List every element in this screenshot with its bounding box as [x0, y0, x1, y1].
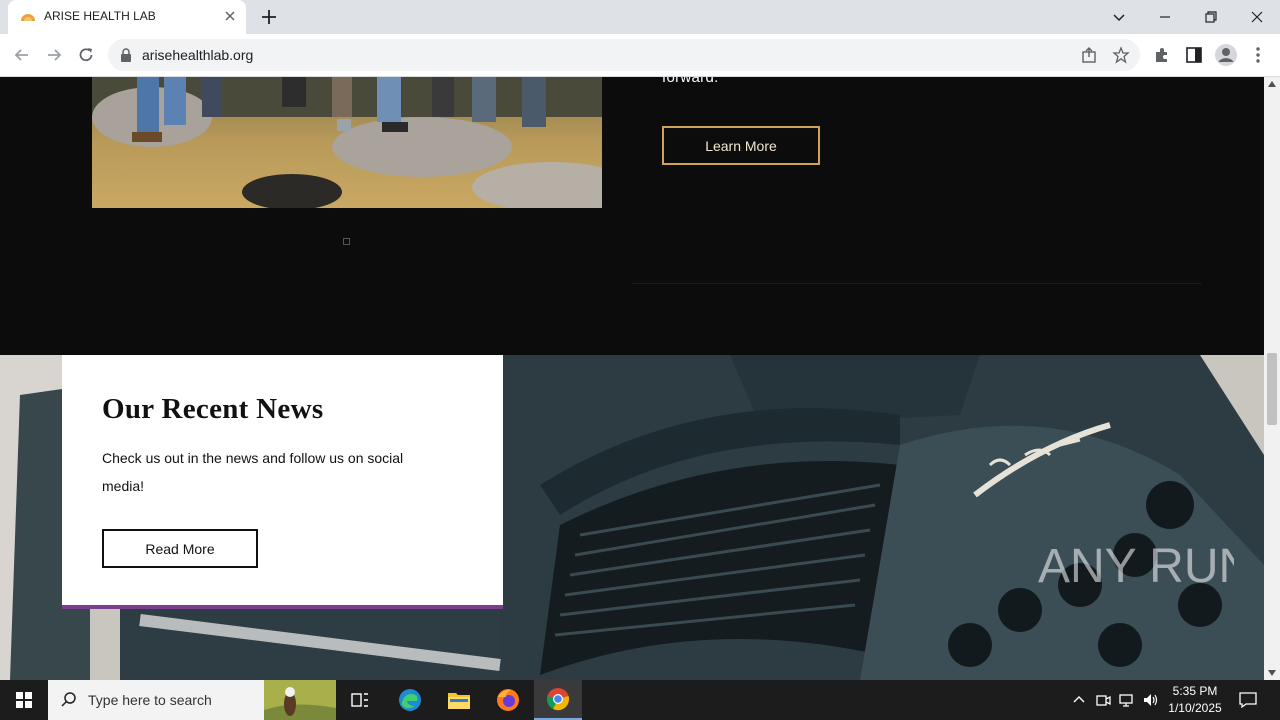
forward-arrow-icon[interactable]	[44, 45, 64, 65]
learn-more-button[interactable]: Learn More	[662, 126, 820, 165]
decorative-square	[343, 238, 350, 245]
task-view-button[interactable]	[336, 680, 384, 720]
page-scrollbar[interactable]	[1264, 77, 1280, 680]
firefox-taskbar-button[interactable]	[484, 680, 532, 720]
lock-icon[interactable]	[120, 48, 132, 62]
browser-toolbar: arisehealthlab.org	[0, 34, 1280, 77]
file-explorer-icon	[448, 693, 470, 709]
extensions-puzzle-icon[interactable]	[1152, 45, 1172, 65]
read-more-button[interactable]: Read More	[102, 529, 258, 568]
news-title: Our Recent News	[102, 393, 324, 425]
scroll-thumb[interactable]	[1267, 353, 1277, 425]
clock-date: 1/10/2025	[1168, 701, 1222, 715]
sun-logo-icon	[21, 14, 35, 21]
close-window-icon[interactable]	[1246, 6, 1268, 28]
minimize-icon[interactable]	[1154, 6, 1176, 28]
new-tab-icon[interactable]	[260, 8, 278, 26]
edge-taskbar-button[interactable]	[386, 680, 434, 720]
url-text[interactable]: arisehealthlab.org	[142, 47, 253, 63]
profile-avatar-icon[interactable]	[1214, 43, 1238, 67]
notification-center-icon[interactable]	[1238, 690, 1258, 710]
side-panel-icon[interactable]	[1184, 45, 1204, 65]
hikers-photo	[92, 77, 602, 208]
back-arrow-icon[interactable]	[12, 45, 32, 65]
watermark-text: ANY RUN	[1038, 540, 1234, 590]
search-placeholder: Type here to search	[88, 692, 212, 708]
address-bar[interactable]: arisehealthlab.org	[108, 39, 1140, 71]
chrome-icon	[547, 688, 569, 711]
news-description: Check us out in the news and follow us o…	[102, 450, 404, 494]
news-card: Our Recent News Check us out in the news…	[62, 355, 503, 609]
eagle-search-art	[264, 680, 336, 720]
tab-title: ARISE HEALTH LAB	[44, 9, 156, 23]
close-tab-icon[interactable]	[222, 8, 238, 24]
network-icon[interactable]	[1118, 691, 1136, 709]
share-icon[interactable]	[1080, 46, 1098, 64]
section-divider	[632, 283, 1202, 284]
anyrun-watermark: ANY RUN	[1038, 540, 1234, 590]
news-section: Our Recent News Check us out in the news…	[0, 355, 1264, 680]
task-view-icon	[351, 693, 368, 707]
scroll-down-arrow-icon[interactable]	[1268, 670, 1276, 676]
bookmark-star-icon[interactable]	[1112, 46, 1130, 64]
scroll-up-arrow-icon[interactable]	[1268, 81, 1276, 87]
volume-icon[interactable]	[1142, 691, 1160, 709]
chrome-taskbar-button[interactable]	[534, 680, 582, 720]
tab-search-icon[interactable]	[1108, 6, 1130, 28]
taskbar-clock[interactable]: 5:35 PM 1/10/2025	[1160, 683, 1230, 717]
meet-now-icon[interactable]	[1094, 691, 1112, 709]
reload-icon[interactable]	[76, 45, 96, 65]
taskbar-search-box[interactable]: Type here to search	[48, 680, 336, 720]
windows-start-icon[interactable]	[0, 680, 48, 720]
show-hidden-icons-chevron-icon[interactable]	[1070, 691, 1088, 709]
forward-text: forward.	[662, 77, 719, 86]
browser-tab[interactable]: ARISE HEALTH LAB	[8, 0, 246, 34]
browser-tab-bar: ARISE HEALTH LAB	[0, 0, 1280, 34]
clock-time: 5:35 PM	[1172, 684, 1218, 698]
edge-browser-icon	[399, 689, 421, 711]
more-menu-icon[interactable]	[1248, 45, 1268, 65]
search-icon	[61, 692, 76, 707]
firefox-icon	[497, 689, 519, 711]
restore-icon[interactable]	[1200, 6, 1222, 28]
windows-taskbar: Type here to search 5:35 PM 1/10/2025	[0, 680, 1280, 720]
file-explorer-taskbar-button[interactable]	[435, 680, 483, 720]
